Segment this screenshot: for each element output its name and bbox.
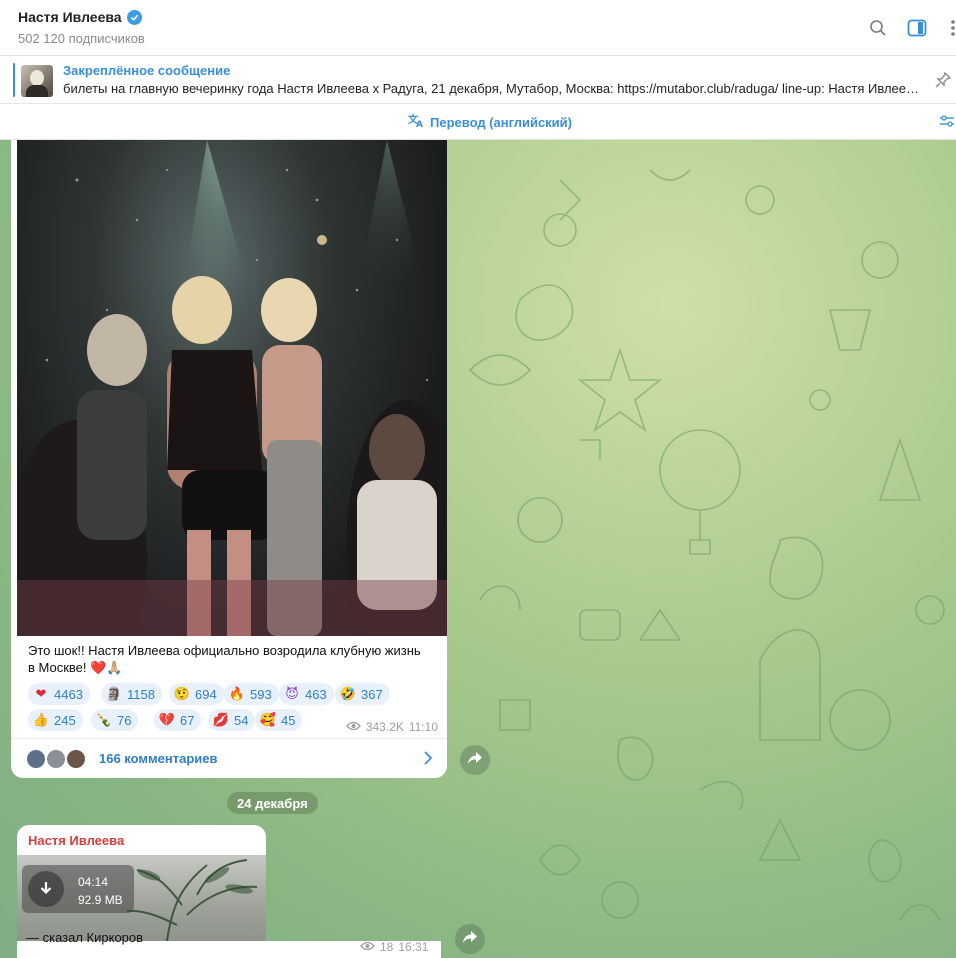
views-icon [360, 940, 375, 954]
verified-icon [126, 9, 142, 25]
download-widget[interactable]: 04:14 92.9 MB [22, 865, 134, 913]
reaction-chip[interactable]: 🔥 593 [224, 683, 279, 705]
reaction-count: 4463 [54, 686, 83, 702]
avatar [45, 748, 67, 770]
pin-icon[interactable] [934, 71, 952, 89]
share-button[interactable] [460, 745, 490, 775]
translate-settings-icon[interactable] [940, 114, 954, 128]
pinned-indicator [13, 63, 15, 97]
share-icon [467, 751, 483, 770]
comments-label[interactable]: 166 комментариев [99, 751, 217, 766]
commenter-avatars [25, 748, 89, 770]
reaction-chip[interactable]: 🍾 76 [91, 709, 139, 731]
reaction-chip[interactable]: 💋 54 [208, 709, 256, 731]
translate-label: Перевод (английский) [430, 114, 572, 130]
svg-text:A: A [416, 120, 423, 128]
video-preview[interactable] [17, 140, 447, 636]
message-caption: — сказал Киркоров [26, 930, 144, 945]
download-icon[interactable] [28, 871, 64, 907]
avatar [25, 748, 47, 770]
reaction-emoji: ❤ [35, 686, 47, 701]
reaction-emoji: 🔥 [228, 686, 246, 701]
pinned-title: Закреплённое сообщение [63, 63, 231, 78]
reaction-count: 694 [195, 686, 217, 702]
channel-title[interactable]: Настя Ивлеева [18, 9, 142, 25]
reaction-chip[interactable]: 🗿 1158 [101, 683, 162, 705]
reaction-emoji: 👍 [32, 712, 50, 727]
reaction-emoji: 🗿 [105, 686, 123, 701]
more-icon[interactable] [942, 17, 956, 39]
reaction-emoji: 🤨 [173, 686, 191, 701]
comments-button[interactable]: 166 комментариев [11, 738, 447, 778]
message-caption: Это шок!! Настя Ивлеева официально возро… [28, 642, 438, 676]
message-meta: 18 16:31 [360, 940, 428, 954]
reaction-emoji: 💋 [212, 712, 230, 727]
search-icon[interactable] [867, 17, 889, 39]
reaction-count: 367 [361, 686, 383, 702]
reaction-chip[interactable]: 💔 67 [154, 709, 202, 731]
reaction-count: 45 [281, 712, 296, 728]
reaction-count: 76 [117, 712, 132, 728]
reaction-emoji: 😈 [285, 686, 299, 701]
message-time: 16:31 [398, 940, 429, 954]
reaction-chip[interactable]: 😈 463 [279, 683, 334, 705]
reaction-chip[interactable]: 🥰 45 [255, 709, 303, 731]
share-button[interactable] [455, 924, 485, 954]
reaction-emoji: 🥰 [259, 712, 277, 727]
sidebar-toggle-icon[interactable] [906, 17, 928, 39]
pinned-message-bar[interactable]: Закреплённое сообщение билеты на главную… [0, 56, 956, 104]
reaction-count: 593 [250, 686, 272, 702]
view-count: 18 [380, 940, 394, 954]
message-author[interactable]: Настя Ивлеева [28, 833, 124, 848]
chat-header: Настя Ивлеева 502 120 подписчиков [0, 0, 956, 56]
reaction-chip[interactable]: 🤣 367 [335, 683, 390, 705]
reaction-emoji: 🍾 [95, 712, 113, 727]
reaction-count: 67 [180, 712, 195, 728]
reaction-count: 54 [234, 712, 249, 728]
share-icon [462, 930, 478, 949]
views-icon [345, 720, 361, 734]
message-bubble[interactable]: Это шок!! Настя Ивлеева официально возро… [11, 140, 447, 778]
translate-button[interactable]: 文A Перевод (английский) [408, 113, 572, 131]
reaction-count: 463 [305, 686, 327, 702]
pinned-thumbnail [21, 65, 53, 97]
avatar [65, 748, 87, 770]
reaction-chip[interactable]: 🤨 694 [169, 683, 224, 705]
pinned-text: билеты на главную вечеринку года Настя И… [63, 81, 921, 96]
reaction-emoji: 💔 [158, 712, 176, 727]
reaction-count: 245 [54, 712, 76, 728]
subscriber-count: 502 120 подписчиков [18, 31, 145, 46]
translate-icon: 文A [408, 113, 425, 131]
caption-line: в Москве! ❤️🙏🏼 [28, 660, 123, 675]
caption-line: Это шок!! Настя Ивлеева официально возро… [28, 643, 421, 658]
reaction-chip[interactable]: ❤ 4463 [28, 683, 90, 705]
chevron-right-icon[interactable] [423, 751, 433, 765]
message-bubble[interactable]: Настя Ивлеева 04:14 92.9 MB [17, 825, 266, 941]
channel-name[interactable]: Настя Ивлеева [18, 9, 122, 25]
reaction-count: 1158 [127, 686, 155, 702]
date-separator: 24 декабря [227, 792, 318, 814]
reaction-emoji: 🤣 [339, 686, 357, 701]
reaction-chip[interactable]: 👍 245 [28, 709, 83, 731]
video-preview[interactable]: 04:14 92.9 MB [17, 855, 266, 941]
message-time: 11:10 [408, 720, 438, 734]
video-duration: 04:14 [78, 875, 109, 889]
view-count: 343.2K [365, 720, 404, 734]
message-meta: 343.2K 11:10 [345, 720, 438, 734]
translate-bar: 文A Перевод (английский) [0, 104, 956, 140]
chat-area: Это шок!! Настя Ивлеева официально возро… [0, 140, 956, 958]
file-size: 92.9 MB [78, 893, 123, 907]
